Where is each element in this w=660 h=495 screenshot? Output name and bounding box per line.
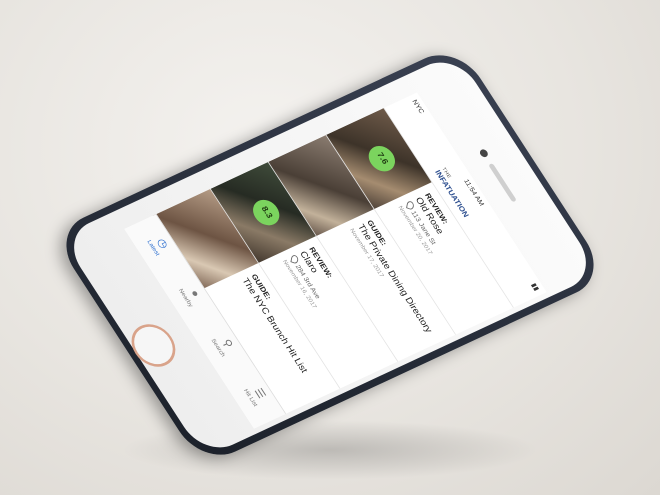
location-pin-icon <box>290 254 299 265</box>
front-camera <box>478 148 490 159</box>
photo-scene: NYC 11:54 AM ▮▮ THE INFATUATION 7.6 REVI… <box>0 0 660 495</box>
home-button[interactable] <box>122 317 184 374</box>
smartphone: NYC 11:54 AM ▮▮ THE INFATUATION 7.6 REVI… <box>50 43 610 467</box>
battery-icon: ▮▮ <box>529 281 541 292</box>
location-pin-icon <box>406 200 415 211</box>
feed-list: 7.6 REVIEW: Old Rose 113 Jane St Novembe… <box>152 108 514 416</box>
app-screen: NYC 11:54 AM ▮▮ THE INFATUATION 7.6 REVI… <box>124 92 547 429</box>
phone-body: NYC 11:54 AM ▮▮ THE INFATUATION 7.6 REVI… <box>60 52 600 458</box>
earpiece-speaker <box>488 162 517 203</box>
